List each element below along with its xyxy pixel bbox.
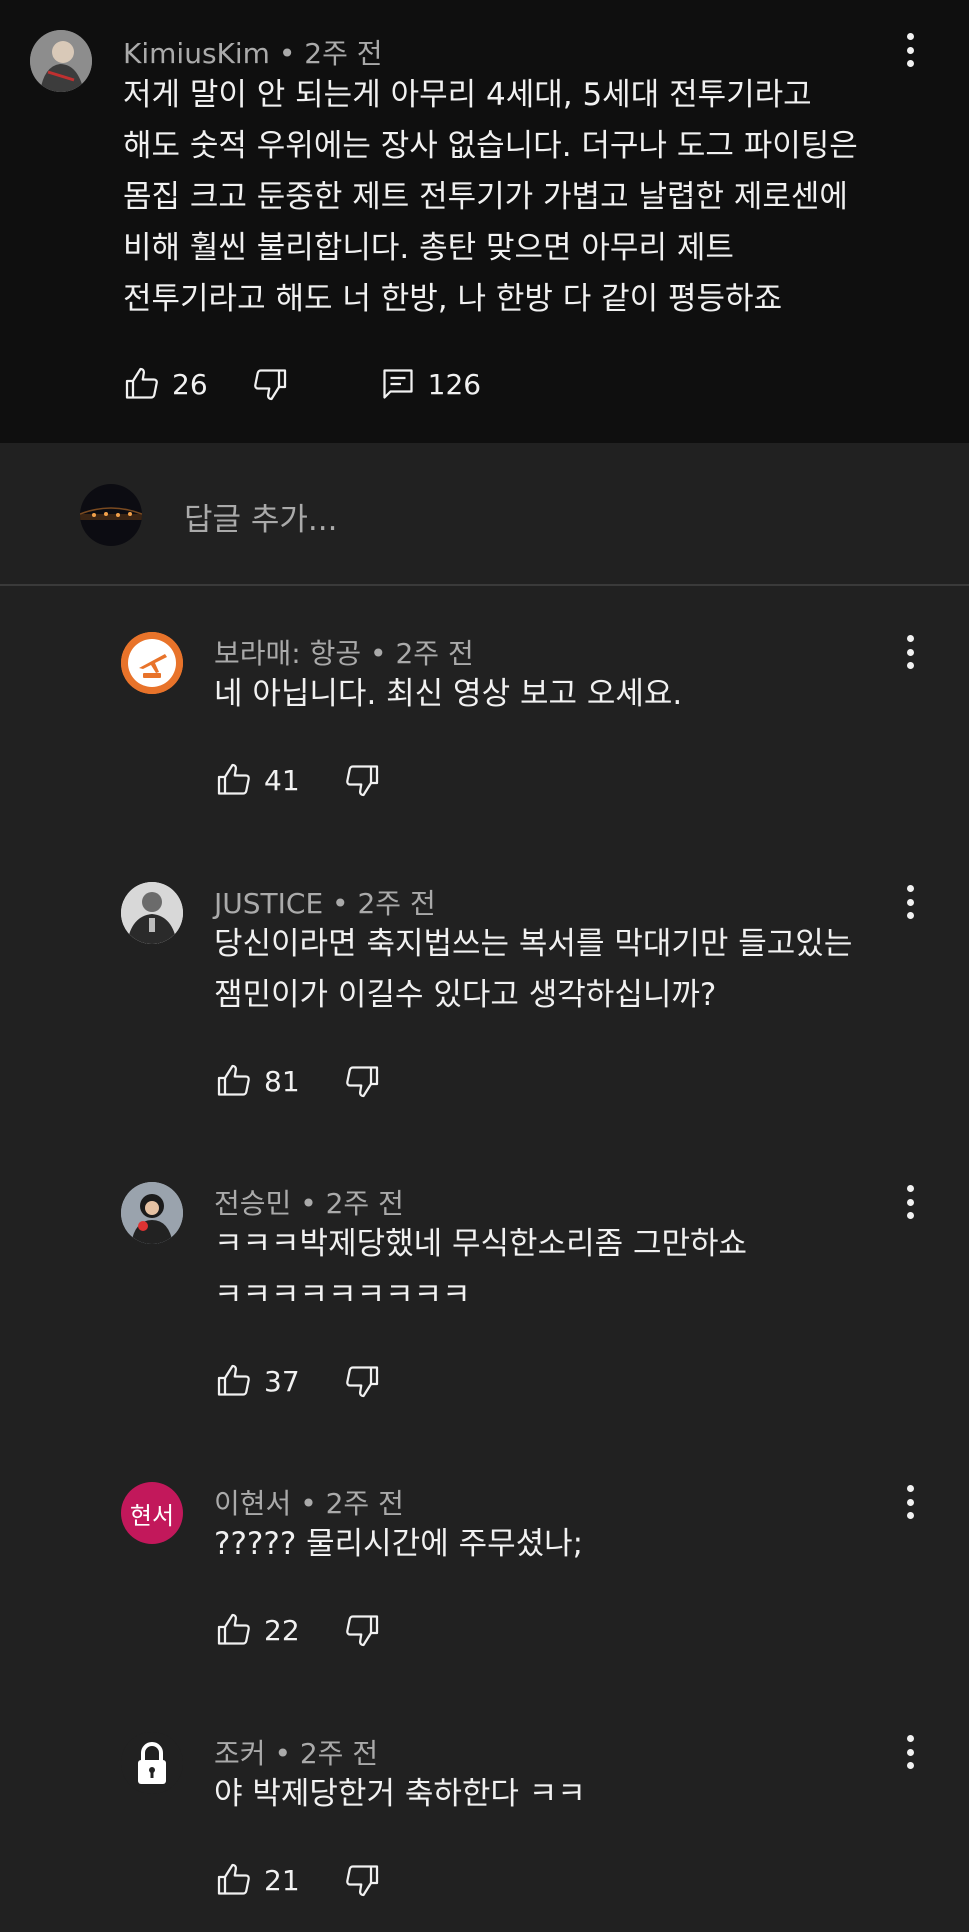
reply-meta: 조커 • 2주 전 [214, 1732, 378, 1772]
more-vert-icon[interactable] [906, 885, 914, 919]
reply-avatar[interactable] [121, 632, 183, 694]
author-name[interactable]: KimiusKim [123, 37, 270, 70]
thumbs-down-icon [345, 1366, 378, 1398]
thumbs-up-icon [217, 763, 250, 795]
reply-text: 야 박제당한거 축하한다 ㅋㅋ [214, 1776, 586, 1812]
thumbs-down-icon [345, 765, 378, 797]
reply-time: 2주 전 [325, 1187, 404, 1220]
add-reply-input[interactable]: 답글 추가... [184, 494, 338, 539]
thumbs-down-icon [345, 1865, 378, 1897]
like-button[interactable]: 26 [124, 366, 208, 402]
replies-button[interactable]: 126 [380, 366, 481, 402]
avatar-initials: 현서 [129, 1501, 175, 1530]
reply-avatar[interactable] [121, 1182, 183, 1244]
thumbs-up-icon [217, 1863, 250, 1895]
meta-separator: • [300, 1487, 317, 1520]
reply-meta: 보라매: 항공 • 2주 전 [214, 632, 474, 672]
meta-separator: • [278, 37, 296, 70]
dislike-button[interactable] [344, 1063, 380, 1099]
dislike-button[interactable] [344, 1862, 380, 1898]
reply-actions: 22 [216, 1610, 380, 1650]
reply-text: 네 아닙니다. 최신 영상 보고 오세요. [214, 676, 683, 712]
dislike-button[interactable] [344, 762, 380, 798]
reply-meta: 전승민 • 2주 전 [214, 1182, 404, 1222]
avatar-kimiuskim[interactable] [30, 30, 92, 92]
reply-meta: 이현서 • 2주 전 [214, 1482, 404, 1522]
reply-text: ????? 물리시간에 주무셨나; [214, 1526, 584, 1562]
meta-separator: • [274, 1737, 291, 1770]
meta-separator: • [332, 887, 349, 920]
reply-author[interactable]: 이현서 [214, 1487, 291, 1520]
reply-meta: JUSTICE • 2주 전 [214, 882, 436, 922]
comment-time: 2주 전 [304, 37, 383, 70]
like-button[interactable]: 41 [216, 762, 300, 798]
like-count: 22 [264, 1613, 300, 1647]
comment-actions: 26 126 [124, 364, 481, 404]
main-comment: KimiusKim • 2주 전 저게 말이 안 되는게 아무리 4세대, 5세… [0, 0, 969, 443]
like-count: 21 [264, 1863, 300, 1897]
reply-time: 2주 전 [325, 1487, 404, 1520]
like-button[interactable]: 37 [216, 1363, 300, 1399]
reply-time: 2주 전 [395, 637, 474, 670]
reply-author[interactable]: 전승민 [214, 1187, 291, 1220]
like-count: 81 [264, 1064, 300, 1098]
like-button[interactable]: 21 [216, 1862, 300, 1898]
meta-separator: • [370, 637, 387, 670]
thumbs-up-icon [125, 367, 158, 399]
like-count: 37 [264, 1364, 300, 1398]
reply-actions: 81 [216, 1061, 380, 1101]
comment-text: 저게 말이 안 되는게 아무리 4세대, 5세대 전투기라고 해도 숫적 우위에… [123, 77, 858, 317]
reply-actions: 37 [216, 1361, 380, 1401]
reply-time: 2주 전 [357, 887, 436, 920]
thumbs-up-icon [217, 1364, 250, 1396]
dislike-button[interactable] [252, 366, 288, 402]
reply-count: 126 [427, 367, 482, 401]
reply-avatar[interactable] [121, 882, 183, 944]
current-user-avatar [80, 484, 142, 546]
reply-author[interactable]: JUSTICE [214, 887, 323, 920]
reply-text: ㅋㅋㅋ박제당했네 무식한소리좀 그만하쇼 ㅋㅋㅋㅋㅋㅋㅋㅋㅋ [214, 1226, 748, 1313]
comment-meta: KimiusKim • 2주 전 [123, 32, 383, 72]
more-vert-icon[interactable] [906, 33, 914, 67]
divider [0, 584, 969, 586]
like-button[interactable]: 22 [216, 1612, 300, 1648]
reply-actions: 21 [216, 1860, 380, 1900]
comment-icon [383, 369, 413, 399]
reply-avatar[interactable] [121, 1732, 183, 1794]
thumbs-up-icon [217, 1064, 250, 1096]
thumbs-up-icon [217, 1613, 250, 1645]
reply-time: 2주 전 [299, 1737, 379, 1770]
dislike-button[interactable] [344, 1612, 380, 1648]
more-vert-icon[interactable] [906, 635, 914, 669]
reply-actions: 41 [216, 760, 380, 800]
reply-author[interactable]: 보라매: 항공 [214, 637, 361, 670]
thumbs-down-icon [345, 1615, 378, 1647]
more-vert-icon[interactable] [906, 1735, 914, 1769]
reply-author[interactable]: 조커 [214, 1737, 266, 1770]
like-count: 41 [264, 763, 300, 797]
reply-text: 당신이라면 축지법쓰는 복서를 막대기만 들고있는 잼민이가 이길수 있다고 생… [214, 926, 853, 1013]
dislike-button[interactable] [344, 1363, 380, 1399]
reply-avatar[interactable]: 현서 [121, 1482, 183, 1544]
more-vert-icon[interactable] [906, 1485, 914, 1519]
like-count: 26 [172, 367, 208, 401]
more-vert-icon[interactable] [906, 1185, 914, 1219]
thumbs-down-icon [345, 1066, 378, 1098]
meta-separator: • [300, 1187, 317, 1220]
like-button[interactable]: 81 [216, 1063, 300, 1099]
thumbs-down-icon [253, 369, 286, 401]
